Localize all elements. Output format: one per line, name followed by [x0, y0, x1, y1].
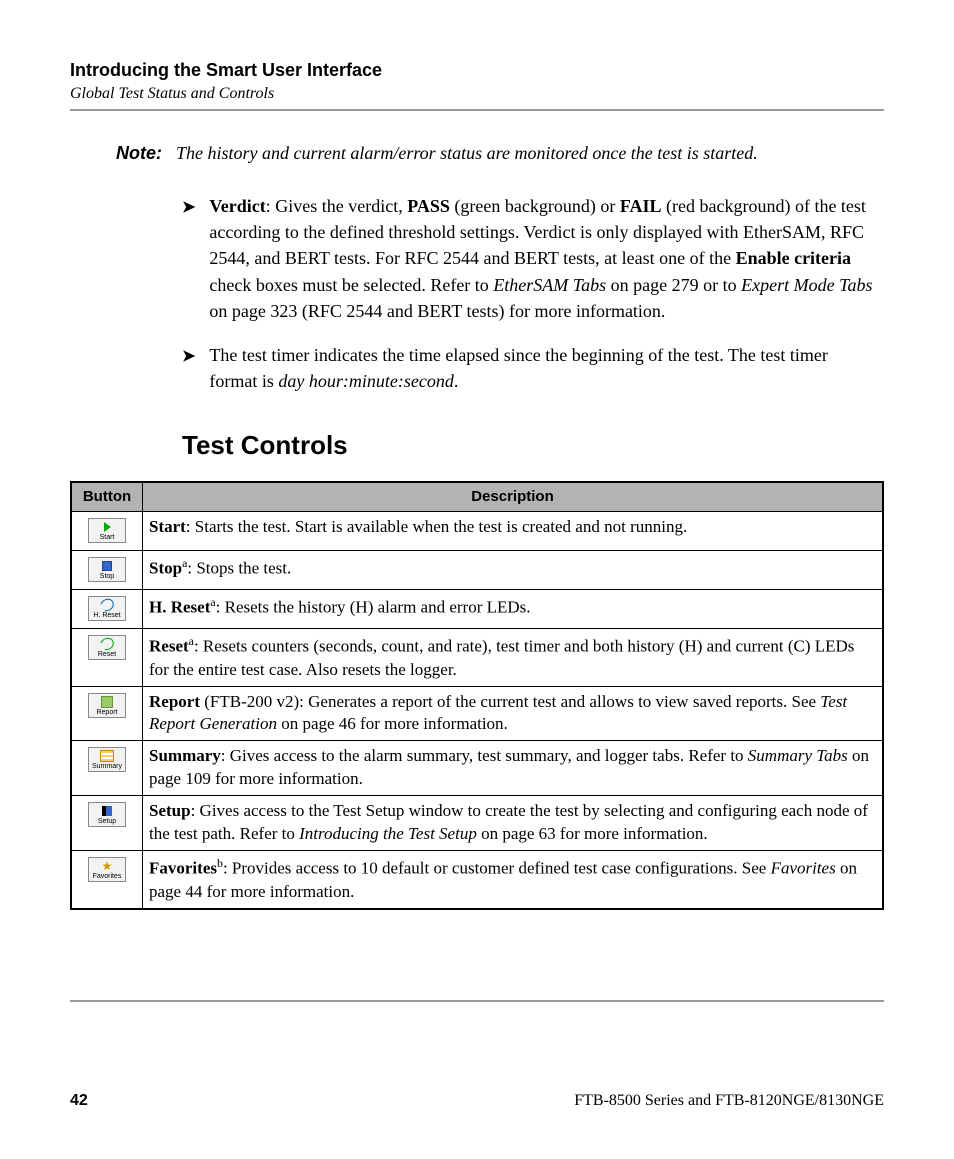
desc-cell: Report (FTB-200 v2): Generates a report …	[143, 686, 884, 741]
table-row: Stop Stopa: Stops the test.	[71, 551, 883, 590]
bullet-text: Enable criteria	[736, 248, 851, 268]
bullet-text: on page 323 (RFC 2544 and BERT tests) fo…	[209, 301, 665, 321]
btn-label: Favorites	[93, 873, 122, 880]
bullet-ref: EtherSAM Tabs	[493, 275, 606, 295]
bullet-text: check boxes must be selected. Refer to	[209, 275, 493, 295]
favorites-button[interactable]: ★Favorites	[88, 857, 126, 882]
table-row: Start Start: Starts the test. Start is a…	[71, 512, 883, 551]
bullet-text: FAIL	[620, 196, 662, 216]
setup-icon	[92, 805, 122, 817]
note-block: Note: The history and current alarm/erro…	[116, 141, 884, 165]
bullet-text: .	[454, 371, 459, 391]
col-button: Button	[71, 482, 143, 512]
report-icon	[92, 696, 122, 708]
note-text: The history and current alarm/error stat…	[176, 141, 884, 165]
summary-icon	[92, 750, 122, 762]
table-row: Setup Setup: Gives access to the Test Se…	[71, 796, 883, 851]
table-row: Reset Reseta: Resets counters (seconds, …	[71, 629, 883, 687]
table-row: Summary Summary: Gives access to the ala…	[71, 741, 883, 796]
report-button[interactable]: Report	[88, 693, 126, 718]
desc-cell: Favoritesb: Provides access to 10 defaul…	[143, 851, 884, 909]
bullet-arrow-icon: ➤	[182, 345, 195, 394]
chapter-title: Introducing the Smart User Interface	[70, 60, 884, 81]
section-heading: Test Controls	[182, 430, 884, 461]
summary-button[interactable]: Summary	[88, 747, 126, 772]
reset-icon	[92, 638, 122, 650]
header-divider	[70, 109, 884, 111]
bullet-text: PASS	[407, 196, 450, 216]
desc-cell: Setup: Gives access to the Test Setup wi…	[143, 796, 884, 851]
bullet-text: : Gives the verdict,	[266, 196, 407, 216]
btn-label: H. Reset	[93, 612, 120, 619]
desc-cell: Reseta: Resets counters (seconds, count,…	[143, 629, 884, 687]
desc-cell: Start: Starts the test. Start is availab…	[143, 512, 884, 551]
desc-cell: Summary: Gives access to the alarm summa…	[143, 741, 884, 796]
footer-divider	[70, 1000, 884, 1002]
history-reset-icon	[92, 599, 122, 611]
play-icon	[92, 521, 122, 533]
table-row: H. Reset H. Reseta: Resets the history (…	[71, 590, 883, 629]
bullet-lead: Verdict	[209, 196, 265, 216]
col-description: Description	[143, 482, 884, 512]
hreset-button[interactable]: H. Reset	[88, 596, 126, 621]
setup-button[interactable]: Setup	[88, 802, 126, 827]
bullet-text: (green background) or	[450, 196, 620, 216]
stop-button[interactable]: Stop	[88, 557, 126, 582]
btn-label: Stop	[100, 573, 114, 580]
test-controls-table: Button Description Start Start: Starts t…	[70, 481, 884, 910]
stop-icon	[92, 560, 122, 572]
table-row: Report Report (FTB-200 v2): Generates a …	[71, 686, 883, 741]
table-row: ★Favorites Favoritesb: Provides access t…	[71, 851, 883, 909]
bullet-arrow-icon: ➤	[182, 196, 195, 323]
bullet-ref: Expert Mode Tabs	[741, 275, 872, 295]
note-label: Note:	[116, 141, 162, 165]
btn-label: Summary	[92, 763, 122, 770]
btn-label: Setup	[98, 818, 116, 825]
bullet-ref: day hour:minute:second	[278, 371, 453, 391]
desc-cell: Stopa: Stops the test.	[143, 551, 884, 590]
star-icon: ★	[92, 860, 122, 872]
section-path: Global Test Status and Controls	[70, 85, 884, 103]
btn-label: Reset	[98, 651, 116, 658]
start-button[interactable]: Start	[88, 518, 126, 543]
bullet-text: on page 279 or to	[606, 275, 741, 295]
bullet-item-timer: ➤ The test timer indicates the time elap…	[182, 342, 874, 394]
btn-label: Report	[96, 709, 117, 716]
page-number: 42	[70, 1092, 88, 1110]
reset-button[interactable]: Reset	[88, 635, 126, 660]
bullet-item-verdict: ➤ Verdict: Gives the verdict, PASS (gree…	[182, 193, 874, 323]
product-name: FTB-8500 Series and FTB-8120NGE/8130NGE	[574, 1092, 884, 1110]
desc-cell: H. Reseta: Resets the history (H) alarm …	[143, 590, 884, 629]
btn-label: Start	[100, 534, 115, 541]
